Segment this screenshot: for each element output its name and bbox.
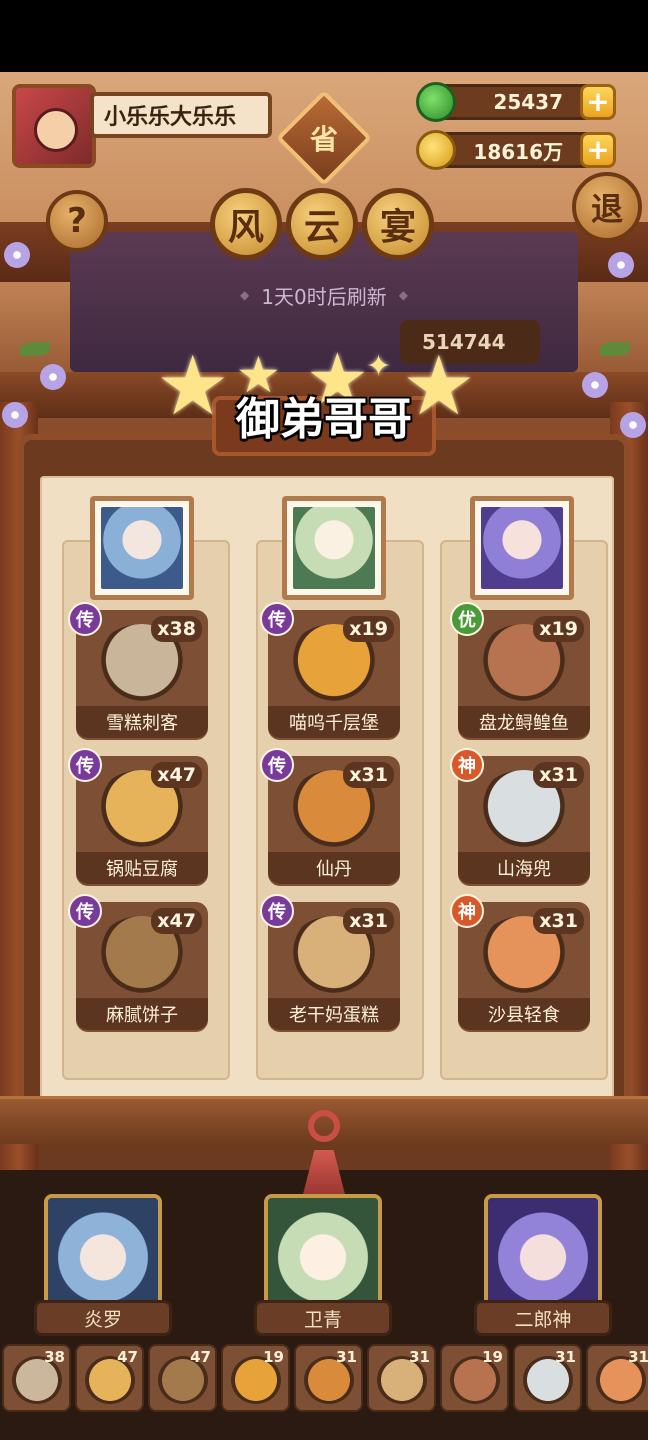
- dish-card[interactable]: 神 x31 山海兜: [450, 748, 590, 886]
- star-icon: ✦: [366, 349, 392, 384]
- flower-decoration: [582, 372, 608, 398]
- inventory-slot[interactable]: 38: [2, 1344, 71, 1412]
- add-coin-button[interactable]: +: [580, 132, 616, 168]
- hero-name-1: 炎罗: [34, 1300, 172, 1336]
- rarity-badge: 传: [68, 748, 102, 782]
- inventory-count: 19: [482, 1348, 503, 1366]
- knot-ring: [308, 1110, 340, 1142]
- flower-decoration: [620, 412, 646, 438]
- dish-count: x38: [151, 616, 202, 642]
- hero-card-2[interactable]: [264, 1194, 382, 1310]
- player-avatar[interactable]: [12, 84, 96, 168]
- customer-portrait-1[interactable]: [90, 496, 194, 600]
- dish-card[interactable]: 传 x31 老干妈蛋糕: [260, 894, 400, 1032]
- dish-card[interactable]: 传 x47 锅贴豆腐: [68, 748, 208, 886]
- dish-name: 沙县轻食: [458, 998, 590, 1030]
- portrait-image: [101, 507, 183, 589]
- inventory-slot[interactable]: 19: [221, 1344, 290, 1412]
- chinese-knot-decoration: [290, 1110, 358, 1206]
- dish-card[interactable]: 传 x31 仙丹: [260, 748, 400, 886]
- customer-portrait-3[interactable]: [470, 496, 574, 600]
- hero-card-3[interactable]: [484, 1194, 602, 1310]
- flower-decoration: [4, 242, 30, 268]
- rarity-badge: 神: [450, 894, 484, 928]
- leaf-decoration: [600, 342, 630, 356]
- hero-card-1[interactable]: [44, 1194, 162, 1310]
- inventory-count: 47: [190, 1348, 211, 1366]
- add-jade-button[interactable]: +: [580, 84, 616, 120]
- hero-portrait: [48, 1198, 158, 1306]
- inventory-slot[interactable]: 19: [440, 1344, 509, 1412]
- dish-inventory-strip: 38 47 47 19 31 31 19 31 31: [0, 1344, 648, 1416]
- dish-card[interactable]: 优 x19 盘龙鲟鳇鱼: [450, 602, 590, 740]
- exit-button[interactable]: 退: [572, 172, 642, 242]
- hero-portrait: [488, 1198, 598, 1306]
- rarity-badge: 神: [450, 748, 484, 782]
- portrait-image: [481, 507, 563, 589]
- coin-icon: [416, 130, 456, 170]
- rarity-badge: 传: [260, 894, 294, 928]
- rarity-badge: 传: [68, 602, 102, 636]
- inventory-slot[interactable]: 31: [294, 1344, 363, 1412]
- dish-name: 喵呜千层堡: [268, 706, 400, 738]
- dish-count: x31: [343, 762, 394, 788]
- dish-card[interactable]: 神 x31 沙县轻食: [450, 894, 590, 1032]
- inventory-count: 31: [409, 1348, 430, 1366]
- dish-name: 山海兜: [458, 852, 590, 884]
- rarity-badge: 传: [260, 748, 294, 782]
- province-label: 省: [309, 123, 338, 156]
- dish-name: 盘龙鲟鳇鱼: [458, 706, 590, 738]
- flower-decoration: [608, 252, 634, 278]
- jade-icon: [416, 82, 456, 122]
- hero-name-2: 卫青: [254, 1300, 392, 1336]
- dish-count: x47: [151, 762, 202, 788]
- flower-decoration: [2, 402, 28, 428]
- inventory-slot[interactable]: 31: [513, 1344, 582, 1412]
- dish-count: x19: [533, 616, 584, 642]
- inventory-slot[interactable]: 47: [148, 1344, 217, 1412]
- leaf-decoration: [20, 342, 50, 356]
- inventory-count: 47: [117, 1348, 138, 1366]
- rarity-badge: 传: [68, 894, 102, 928]
- flower-decoration: [40, 364, 66, 390]
- dish-count: x47: [151, 908, 202, 934]
- avatar-face: [34, 108, 78, 152]
- refresh-timer: 1天0时后刷新: [200, 278, 448, 312]
- rarity-badge: 传: [260, 602, 294, 636]
- dish-count: x31: [343, 908, 394, 934]
- dish-count: x19: [343, 616, 394, 642]
- dish-card[interactable]: 传 x38 雪糕刺客: [68, 602, 208, 740]
- dish-name: 雪糕刺客: [76, 706, 208, 738]
- inventory-count: 31: [336, 1348, 357, 1366]
- title-char-3: 宴: [362, 188, 434, 260]
- customer-name: 御弟哥哥: [236, 394, 412, 445]
- hero-portrait: [268, 1198, 378, 1306]
- player-name: 小乐乐大乐乐: [90, 92, 272, 138]
- help-button[interactable]: ?: [46, 190, 108, 252]
- inventory-count: 31: [628, 1348, 648, 1366]
- dish-card[interactable]: 传 x47 麻腻饼子: [68, 894, 208, 1032]
- dish-count: x31: [533, 908, 584, 934]
- dish-name: 锅贴豆腐: [76, 852, 208, 884]
- dish-name: 老干妈蛋糕: [268, 998, 400, 1030]
- inventory-count: 31: [555, 1348, 576, 1366]
- inventory-count: 38: [44, 1348, 65, 1366]
- dish-name: 仙丹: [268, 852, 400, 884]
- dish-name: 麻腻饼子: [76, 998, 208, 1030]
- inventory-slot[interactable]: 31: [367, 1344, 436, 1412]
- portrait-image: [293, 507, 375, 589]
- status-bar-area: [0, 0, 648, 72]
- title-char-2: 云: [286, 188, 358, 260]
- hero-name-3: 二郎神: [474, 1300, 612, 1336]
- inventory-slot[interactable]: 47: [75, 1344, 144, 1412]
- rarity-badge: 优: [450, 602, 484, 636]
- inventory-slot[interactable]: 31: [586, 1344, 648, 1412]
- title-char-1: 风: [210, 188, 282, 260]
- dish-card[interactable]: 传 x19 喵呜千层堡: [260, 602, 400, 740]
- customer-portrait-2[interactable]: [282, 496, 386, 600]
- dish-count: x31: [533, 762, 584, 788]
- inventory-count: 19: [263, 1348, 284, 1366]
